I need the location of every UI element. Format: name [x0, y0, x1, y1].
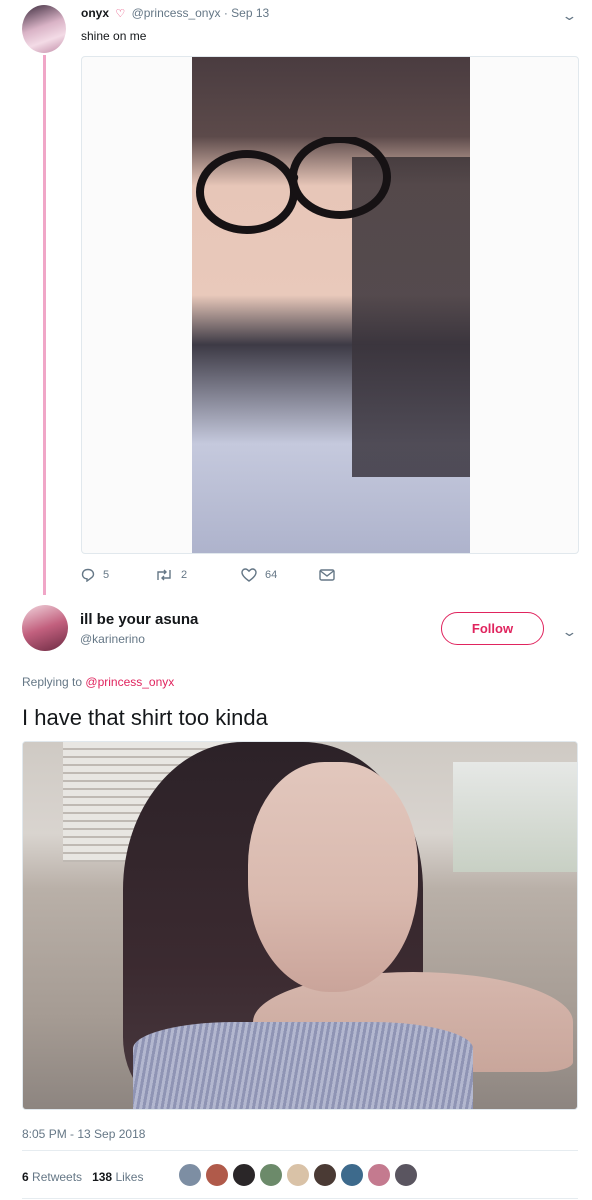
retweets-stat[interactable]: 6 Retweets [22, 1170, 82, 1184]
chevron-down-icon[interactable]: ⌄ [561, 624, 577, 640]
direct-message-action[interactable] [319, 569, 335, 581]
retweet-count: 2 [181, 569, 188, 581]
liker-avatar[interactable] [259, 1163, 283, 1187]
tweet1-text: shine on me [81, 29, 147, 43]
photo-window [453, 762, 577, 872]
reply-count: 5 [103, 569, 110, 581]
follow-button[interactable]: Follow [441, 612, 544, 645]
divider [22, 1150, 578, 1151]
liker-avatar[interactable] [205, 1163, 229, 1187]
tweet2-display-name[interactable]: ill be your asuna [80, 611, 198, 628]
tweet1-actions: 5 2 64 [81, 568, 341, 588]
tweet2-stats: 6 Retweets 138 Likes [22, 1170, 143, 1184]
liker-avatar[interactable] [394, 1163, 418, 1187]
avatar-asuna[interactable] [22, 605, 68, 651]
divider [22, 1198, 578, 1199]
tweet1-handle[interactable]: @princess_onyx [132, 6, 221, 20]
like-count: 64 [265, 569, 278, 581]
replying-to-line: Replying to @princess_onyx [22, 675, 174, 689]
liker-avatar[interactable] [286, 1163, 310, 1187]
tweet1-date[interactable]: Sep 13 [231, 6, 269, 20]
reply-icon [81, 568, 95, 582]
thread-connector-line [43, 55, 46, 595]
tweet1-display-name[interactable]: onyx [81, 6, 109, 20]
liker-avatars [178, 1163, 418, 1187]
replying-to-link[interactable]: @princess_onyx [85, 675, 174, 689]
avatar-onyx[interactable] [22, 5, 66, 53]
tweet1-header: onyx ♡ @princess_onyx · Sep 13 [81, 6, 269, 20]
likes-label: Likes [115, 1170, 144, 1184]
tweet1-photo[interactable] [81, 56, 579, 554]
likes-stat[interactable]: 138 Likes [92, 1170, 143, 1184]
retweets-label: Retweets [32, 1170, 83, 1184]
likes-count: 138 [92, 1170, 113, 1184]
retweets-count: 6 [22, 1170, 29, 1184]
heart-badge-icon: ♡ [115, 8, 126, 20]
retweet-action[interactable]: 2 [155, 568, 187, 582]
liker-avatar[interactable] [313, 1163, 337, 1187]
chevron-down-icon[interactable]: ⌄ [561, 8, 577, 24]
tweet1-separator: · [223, 6, 228, 20]
tweet2-timestamp[interactable]: 8:05 PM - 13 Sep 2018 [22, 1127, 145, 1141]
heart-icon [241, 568, 257, 582]
reply-action[interactable]: 5 [81, 568, 109, 582]
photo-glasses [196, 137, 391, 234]
liker-avatar[interactable] [178, 1163, 202, 1187]
tweet2-handle[interactable]: @karinerino [80, 632, 145, 646]
photo-face [248, 762, 418, 992]
tweet1-photo-image [192, 57, 470, 553]
liker-avatar[interactable] [367, 1163, 391, 1187]
photo-striped-top [133, 1022, 473, 1109]
liker-avatar[interactable] [232, 1163, 256, 1187]
tweet2-photo[interactable] [22, 741, 578, 1110]
envelope-icon [319, 569, 335, 581]
liker-avatar[interactable] [340, 1163, 364, 1187]
replying-prefix: Replying to [22, 675, 83, 689]
tweet2-text: I have that shirt too kinda [22, 705, 268, 730]
retweet-icon [157, 569, 171, 581]
like-action[interactable]: 64 [241, 568, 277, 582]
